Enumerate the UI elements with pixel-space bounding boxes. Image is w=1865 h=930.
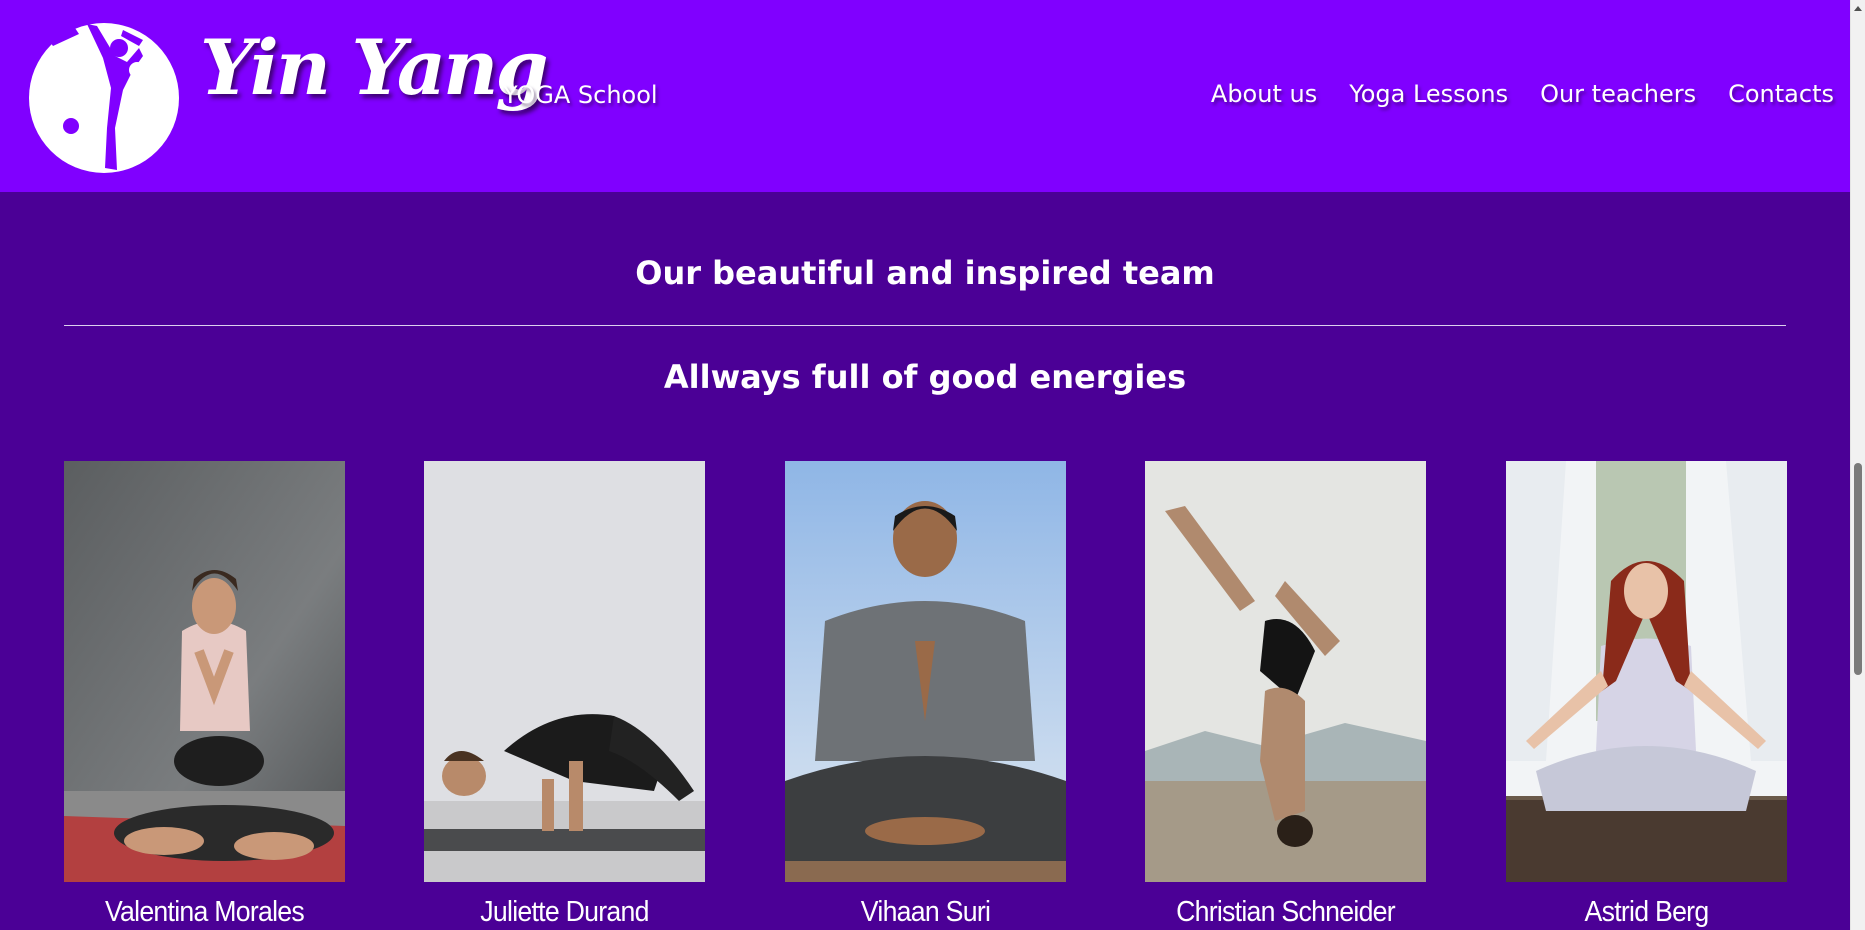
teacher-name: Juliette Durand [480,896,649,928]
brand-logotype[interactable]: Yin Yang [200,30,548,106]
yin-yang-logo-icon[interactable] [27,18,181,176]
brand-tagline: YOGA School [503,81,658,109]
teacher-photo[interactable] [1506,461,1787,882]
nav-about-us[interactable]: About us [1211,80,1317,108]
team-headline: Our beautiful and inspired team [635,254,1215,292]
team-subheadline: Allways full of good energies [663,358,1187,396]
teacher-name: Vihaan Suri [860,896,991,928]
page-scrollbar[interactable] [1850,0,1865,930]
teacher-name: Astrid Berg [1584,896,1710,928]
scrollbar-thumb[interactable] [1854,463,1862,675]
scroll-up-arrow-icon[interactable] [1854,6,1862,11]
teacher-card[interactable]: Valentina Morales [64,461,345,929]
nav-contacts[interactable]: Contacts [1728,80,1834,108]
teacher-name: Christian Schneider [1176,896,1396,928]
teacher-name: Valentina Morales [104,896,305,928]
teacher-card[interactable]: Juliette Durand [424,461,705,929]
nav-yoga-lessons[interactable]: Yoga Lessons [1349,80,1508,108]
teacher-photo[interactable] [64,461,345,882]
main-nav: About us Yoga Lessons Our teachers Conta… [1211,80,1834,108]
teacher-card[interactable]: Christian Schneider [1145,461,1426,929]
teacher-photo[interactable] [424,461,705,882]
teacher-card[interactable]: Astrid Berg [1506,461,1787,929]
nav-our-teachers[interactable]: Our teachers [1540,80,1696,108]
teacher-photo[interactable] [785,461,1066,882]
site-header: Yin Yang YOGA School About us Yoga Lesso… [0,0,1850,192]
section-divider [64,325,1786,326]
teacher-photo[interactable] [1145,461,1426,882]
teacher-card[interactable]: Vihaan Suri [785,461,1066,929]
